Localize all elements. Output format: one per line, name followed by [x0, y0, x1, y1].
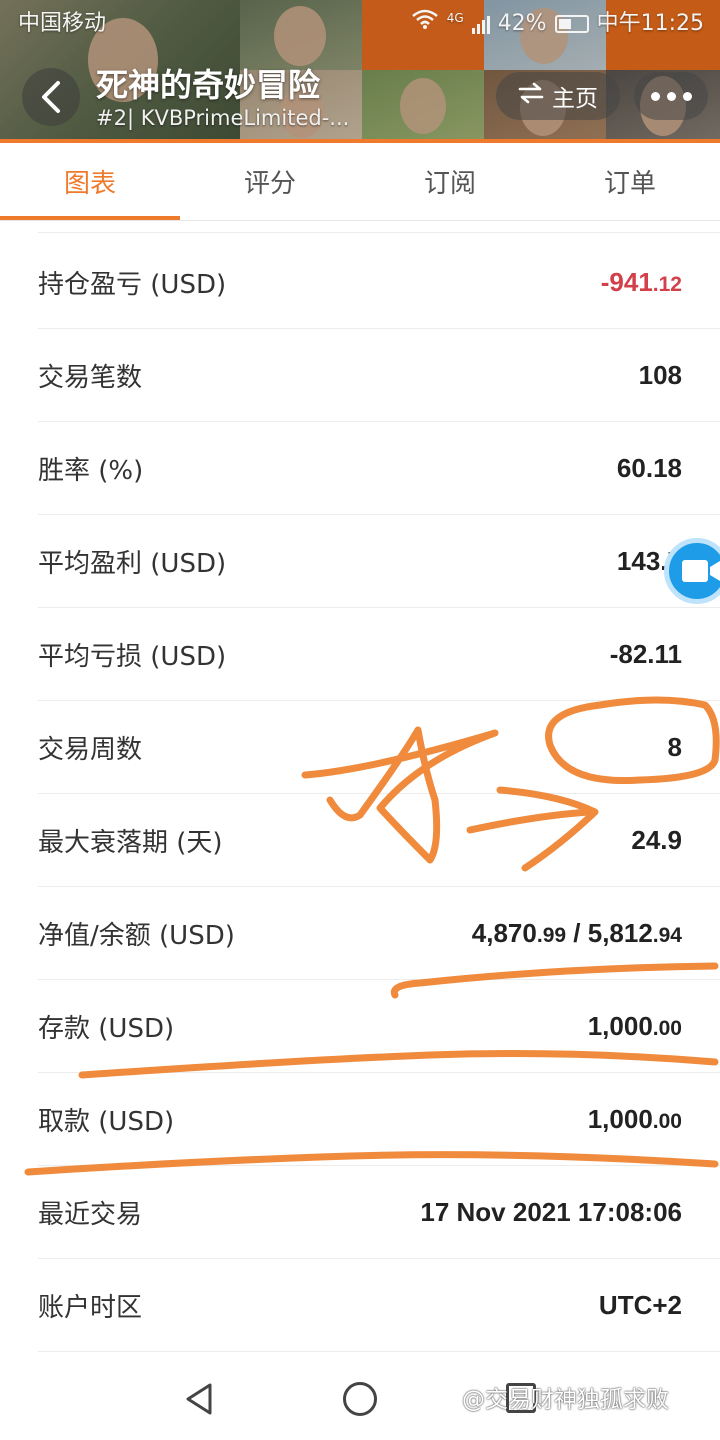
stat-label: 持仓盈亏 (USD): [38, 269, 227, 300]
stat-label: 胜率 (%): [38, 455, 144, 486]
stat-value: 60.18: [616, 452, 682, 483]
stat-value: 1,000.00: [587, 1010, 682, 1041]
more-options-button[interactable]: [634, 72, 708, 120]
stat-value: 24.9: [631, 824, 682, 855]
stat-label: 最近交易: [38, 1199, 143, 1230]
page-title: 死神的奇妙冒险: [96, 66, 321, 104]
stat-row-avg-loss: 平均亏损 (USD) -82.11: [38, 608, 720, 701]
stat-label: 净值/余额 (USD): [38, 920, 235, 951]
stat-row-deposit: 存款 (USD) 1,000.00: [38, 980, 720, 1073]
stat-row-withdrawal: 取款 (USD) 1,000.00: [38, 1073, 720, 1166]
watermark: @交易财神独孤求败: [462, 1387, 669, 1413]
network-type-label: 4G: [446, 11, 464, 25]
stat-row-floating-pl: 持仓盈亏 (USD) -941.12: [38, 236, 720, 329]
battery-percent: 42%: [497, 11, 547, 36]
stat-value: UTC+2: [598, 1289, 682, 1320]
clock: 中午11:25: [596, 11, 704, 36]
stat-value: 108: [638, 359, 682, 390]
tab-chart[interactable]: 图表: [0, 143, 180, 220]
nav-back-icon[interactable]: [184, 1382, 214, 1416]
tab-rating[interactable]: 评分: [180, 143, 360, 220]
stat-value: 4,870.99 / 5,812.94: [471, 917, 682, 948]
stat-label: 最大衰落期 (天): [38, 827, 223, 858]
video-camera-icon: [682, 560, 720, 582]
home-button[interactable]: 主页: [496, 72, 620, 120]
signal-icon: [471, 14, 490, 34]
battery-icon: [554, 15, 589, 33]
stat-row-equity-balance: 净值/余额 (USD) 4,870.99 / 5,812.94: [38, 887, 720, 980]
stat-label: 存款 (USD): [38, 1013, 175, 1044]
stat-value: -82.11: [609, 638, 682, 669]
header-banner: 中国移动 4G 42% 中午11:25 死神的奇妙冒险 #2| KVBPrime…: [0, 0, 720, 143]
account-subtitle: #2| KVBPrimeLimited-...: [96, 106, 350, 130]
stats-list: 持仓盈亏 (USD) -941.12 交易笔数 108 胜率 (%) 60.18…: [38, 236, 720, 1352]
status-bar-right: 4G 42% 中午11:25: [411, 8, 704, 40]
wifi-icon: [411, 8, 439, 40]
stat-row-trading-weeks: 交易周数 8: [38, 701, 720, 794]
stat-value: 17 Nov 2021 17:08:06: [420, 1196, 682, 1227]
stat-row-last-trade: 最近交易 17 Nov 2021 17:08:06: [38, 1166, 720, 1259]
stat-label: 账户时区: [38, 1292, 143, 1323]
tab-orders[interactable]: 订单: [540, 143, 720, 220]
stat-label: 交易周数: [38, 734, 143, 765]
carrier-label: 中国移动: [18, 11, 107, 36]
stat-value: -941.12: [600, 266, 682, 297]
stat-label: 平均亏损 (USD): [38, 641, 227, 672]
stat-value: 8: [667, 731, 682, 762]
stat-row-trade-count: 交易笔数 108: [38, 329, 720, 422]
stat-row-win-rate: 胜率 (%) 60.18: [38, 422, 720, 515]
tab-subscribe[interactable]: 订阅: [360, 143, 540, 220]
stat-label: 交易笔数: [38, 362, 143, 393]
divider: [38, 232, 720, 233]
nav-home-icon[interactable]: [343, 1382, 377, 1416]
chevron-left-icon: [42, 81, 60, 113]
stat-row-timezone: 账户时区 UTC+2: [38, 1259, 720, 1352]
more-dots-icon: [650, 91, 660, 101]
stat-value: 1,000.00: [587, 1103, 682, 1134]
home-button-label: 主页: [552, 86, 598, 112]
stat-label: 平均盈利 (USD): [38, 548, 227, 579]
tab-bar: 图表 评分 订阅 订单: [0, 143, 720, 221]
back-button[interactable]: [22, 68, 80, 126]
swap-icon: [518, 82, 544, 110]
stat-label: 取款 (USD): [38, 1106, 175, 1137]
stat-row-avg-profit: 平均盈利 (USD) 143.7: [38, 515, 720, 608]
stat-row-max-drawdown-days: 最大衰落期 (天) 24.9: [38, 794, 720, 887]
